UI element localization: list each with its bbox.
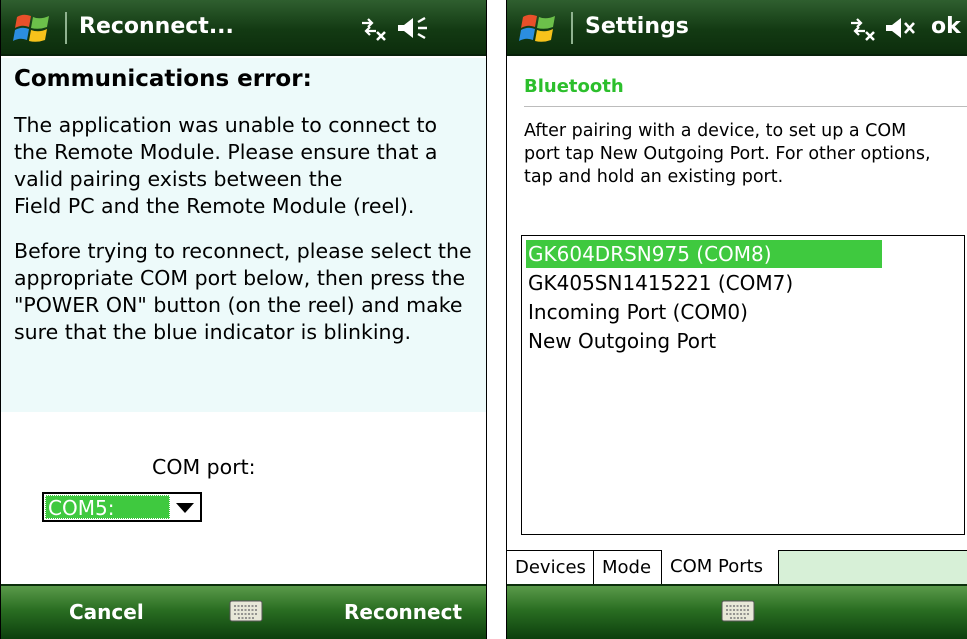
window-title: Settings [585, 14, 689, 39]
panel-gap [487, 0, 506, 639]
ok-button[interactable]: ok [931, 12, 961, 42]
instructions-text: Before trying to reconnect, please selec… [14, 239, 472, 344]
error-heading: Communications error: [14, 66, 312, 92]
title-separator [571, 12, 573, 44]
keyboard-icon[interactable] [229, 600, 263, 622]
windows-logo-icon[interactable] [13, 9, 53, 47]
keyboard-icon[interactable] [721, 600, 755, 622]
list-item[interactable]: GK604DRSN975 (COM8) [526, 240, 882, 268]
connectivity-icon[interactable] [358, 14, 388, 42]
volume-muted-icon[interactable] [883, 14, 917, 42]
com-ports-list[interactable]: GK604DRSN975 (COM8) GK405SN1415221 (COM7… [521, 235, 965, 535]
bluetooth-settings-window: Settings ok Bluetooth After pairing with… [506, 0, 967, 639]
window-title: Reconnect... [79, 14, 234, 39]
connectivity-icon[interactable] [847, 14, 877, 42]
volume-icon[interactable] [395, 14, 429, 42]
reconnect-button[interactable]: Reconnect [344, 599, 462, 625]
tab-com-ports[interactable]: COM Ports [662, 550, 779, 586]
menu-bar: Cancel Reconnect [1, 584, 486, 639]
title-bar: Reconnect... [1, 0, 486, 56]
list-item[interactable]: New Outgoing Port [526, 327, 716, 355]
section-title: Bluetooth [524, 76, 624, 97]
windows-logo-icon[interactable] [519, 9, 559, 47]
menu-bar [507, 584, 967, 639]
section-divider [524, 106, 967, 107]
com-port-label: COM port: [152, 455, 256, 479]
list-item[interactable]: GK405SN1415221 (COM7) [526, 269, 793, 297]
com-port-dropdown[interactable]: COM5: [42, 492, 202, 522]
title-separator [65, 12, 67, 44]
chevron-down-icon[interactable] [176, 503, 194, 513]
tab-devices[interactable]: Devices [507, 550, 594, 586]
content-area: Communications error: The application wa… [1, 58, 486, 412]
com-port-value: COM5: [45, 495, 170, 520]
reconnect-window: Reconnect... Communications error: The a… [0, 0, 487, 639]
error-message: The application was unable to connect to… [14, 113, 438, 218]
title-bar: Settings ok [507, 0, 967, 56]
list-item[interactable]: Incoming Port (COM0) [526, 298, 748, 326]
bluetooth-description: After pairing with a device, to set up a… [524, 121, 931, 187]
cancel-button[interactable]: Cancel [69, 599, 144, 625]
tab-mode[interactable]: Mode [594, 550, 662, 586]
